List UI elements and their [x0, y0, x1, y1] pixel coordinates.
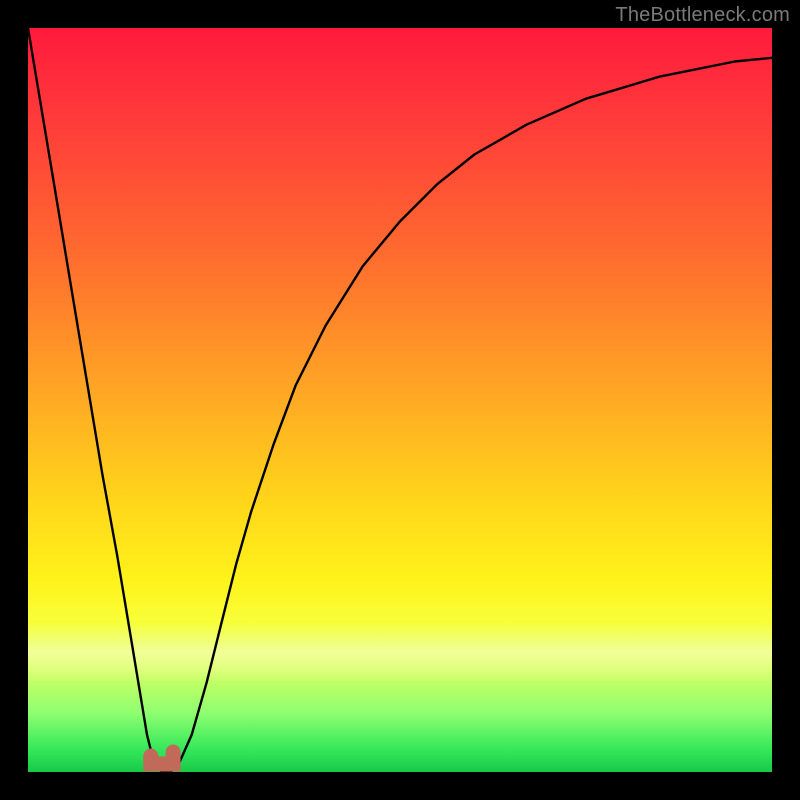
bottleneck-curve [28, 28, 772, 772]
outer-frame: TheBottleneck.com [0, 0, 800, 800]
curve-layer [28, 28, 772, 772]
optimal-marker [151, 752, 173, 764]
plot-area [28, 28, 772, 772]
watermark-text: TheBottleneck.com [615, 4, 790, 27]
